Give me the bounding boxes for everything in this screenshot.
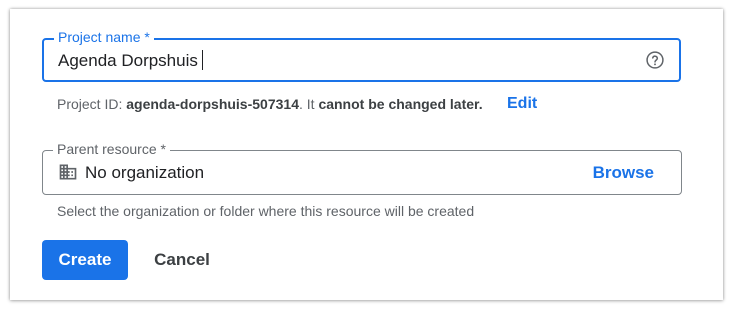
project-id-hint: Project ID: agenda-dorpshuis-507314. It … [57, 96, 483, 112]
project-id-value: agenda-dorpshuis-507314 [126, 96, 299, 112]
cancel-button[interactable]: Cancel [140, 240, 224, 280]
parent-resource-value: No organization [85, 163, 205, 182]
help-circle-icon[interactable] [645, 50, 665, 70]
create-project-card: Project name * Agenda Dorpshuis Project … [10, 9, 723, 300]
project-id-warning: cannot be changed later. [318, 96, 483, 112]
browse-button[interactable]: Browse [593, 162, 654, 184]
organization-building-icon [59, 164, 77, 180]
parent-resource-hint: Select the organization or folder where … [57, 203, 475, 219]
edit-project-id-link[interactable]: Edit [507, 95, 537, 113]
create-button[interactable]: Create [42, 240, 128, 280]
text-caret [201, 50, 203, 70]
parent-resource-label: Parent resource * [53, 141, 170, 157]
parent-resource-field[interactable]: Parent resource * No organization Browse [42, 141, 682, 195]
project-name-value: Agenda Dorpshuis [58, 51, 198, 70]
project-name-label: Project name * [54, 29, 154, 45]
project-name-field[interactable]: Project name * Agenda Dorpshuis [42, 29, 681, 82]
project-name-input[interactable]: Agenda Dorpshuis [58, 50, 203, 72]
